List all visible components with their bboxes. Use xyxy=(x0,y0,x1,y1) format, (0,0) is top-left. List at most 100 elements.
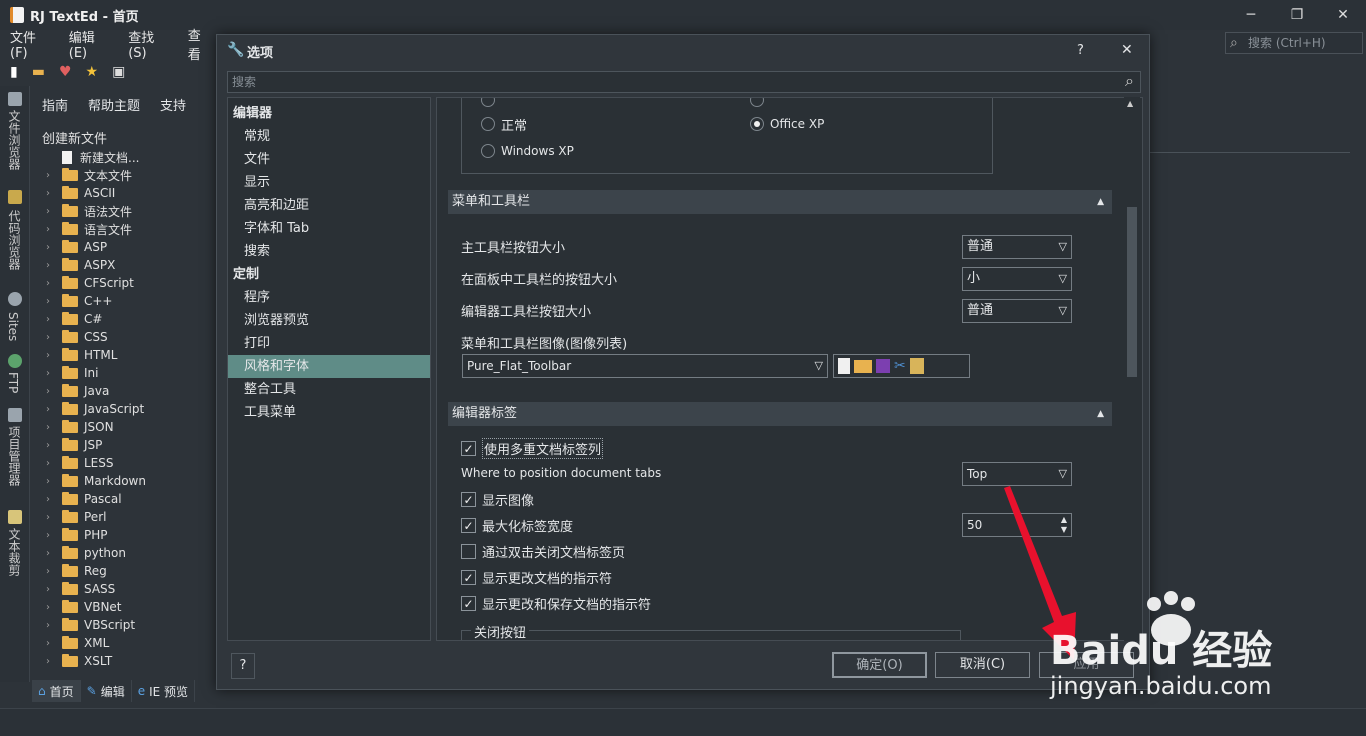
tree-folder[interactable]: › JSP xyxy=(36,436,218,454)
settings-scrollbar[interactable]: ▲ xyxy=(1124,97,1140,641)
tree-folder[interactable]: › XML xyxy=(36,634,218,652)
chevron-right-icon[interactable]: › xyxy=(36,512,62,523)
chevron-right-icon[interactable]: › xyxy=(36,458,62,469)
chevron-right-icon[interactable]: › xyxy=(36,332,62,343)
menu-file[interactable]: 文件(F) xyxy=(10,27,51,61)
scroll-thumb[interactable] xyxy=(1127,207,1137,377)
tab-file-browser[interactable]: 文件浏览器 xyxy=(6,110,23,170)
maximize-button[interactable]: ❐ xyxy=(1274,0,1320,30)
max-tab-width-checkbox[interactable]: ✓ 最大化标签宽度 xyxy=(461,516,573,535)
minimize-button[interactable]: ─ xyxy=(1228,0,1274,30)
chevron-right-icon[interactable]: › xyxy=(36,440,62,451)
category-item[interactable]: 常规 xyxy=(228,125,430,148)
tree-folder[interactable]: › Java xyxy=(36,382,218,400)
main-toolbar-size-select[interactable]: 普通 ▽ xyxy=(962,235,1072,259)
chevron-right-icon[interactable]: › xyxy=(36,260,62,271)
tree-folder[interactable]: › ASP xyxy=(36,238,218,256)
options-search-input[interactable]: 搜索 ⌕ xyxy=(227,71,1141,93)
tree-folder[interactable]: › LESS xyxy=(36,454,218,472)
section-menus-toolbars[interactable]: 菜单和工具栏 ▲ xyxy=(448,190,1112,214)
show-changed-saved-checkbox[interactable]: ✓ 显示更改和保存文档的指示符 xyxy=(461,594,651,613)
dblclick-close-checkbox[interactable]: 通过双击关闭文档标签页 xyxy=(461,542,625,561)
category-item[interactable]: 浏览器预览 xyxy=(228,309,430,332)
collapse-icon[interactable]: ▲ xyxy=(1097,190,1104,214)
tab-project-manager[interactable]: 项目管理器 xyxy=(6,426,23,486)
chevron-right-icon[interactable]: › xyxy=(36,656,62,667)
tab-edit[interactable]: ✎ 编辑 xyxy=(81,680,132,702)
help-topics[interactable]: 帮助主题 xyxy=(88,95,140,114)
category-item[interactable]: 文件 xyxy=(228,148,430,171)
tree-folder[interactable]: › Pascal xyxy=(36,490,218,508)
global-search-input[interactable]: ⌕ 搜索 (Ctrl+H) xyxy=(1225,32,1363,54)
tree-new-doc[interactable]: 新建文档... xyxy=(36,148,218,166)
chevron-right-icon[interactable]: › xyxy=(36,548,62,559)
chevron-right-icon[interactable]: › xyxy=(36,566,62,577)
chevron-right-icon[interactable]: › xyxy=(36,296,62,307)
dialog-close-button[interactable]: ✕ xyxy=(1121,42,1133,58)
chevron-right-icon[interactable]: › xyxy=(36,170,62,181)
tab-code-browser[interactable]: 代码浏览器 xyxy=(6,210,23,270)
collapse-icon[interactable]: ▲ xyxy=(1097,402,1104,426)
radio-office-xp[interactable]: Office XP xyxy=(750,116,824,132)
chevron-right-icon[interactable]: › xyxy=(36,602,62,613)
open-folder-icon[interactable]: ▬ xyxy=(32,64,45,80)
help-guide[interactable]: 指南 xyxy=(42,95,68,114)
tree-folder[interactable]: › VBScript xyxy=(36,616,218,634)
chevron-right-icon[interactable]: › xyxy=(36,368,62,379)
dialog-help-button[interactable]: ? xyxy=(1077,43,1084,58)
tree-folder[interactable]: › SASS xyxy=(36,580,218,598)
category-item[interactable]: 打印 xyxy=(228,332,430,355)
chevron-right-icon[interactable]: › xyxy=(36,476,62,487)
help-support[interactable]: 支持 xyxy=(160,95,186,114)
tab-ie-preview[interactable]: e IE 预览 xyxy=(132,680,196,702)
chevron-right-icon[interactable]: › xyxy=(36,404,62,415)
radio-windows-xp[interactable]: Windows XP xyxy=(481,143,574,159)
category-item[interactable]: 搜索 xyxy=(228,240,430,263)
radio-partial-top[interactable] xyxy=(481,98,501,108)
tree-folder[interactable]: › C# xyxy=(36,310,218,328)
category-item[interactable]: 风格和字体 xyxy=(228,355,430,378)
images-select[interactable]: Pure_Flat_Toolbar ▽ xyxy=(462,354,828,378)
editor-toolbar-size-select[interactable]: 普通 ▽ xyxy=(962,299,1072,323)
star-icon[interactable]: ★ xyxy=(86,64,99,80)
favorites-icon[interactable]: ♥ xyxy=(59,64,72,80)
chevron-right-icon[interactable]: › xyxy=(36,620,62,631)
category-item[interactable]: 整合工具 xyxy=(228,378,430,401)
chevron-right-icon[interactable]: › xyxy=(36,314,62,325)
panel-toolbar-size-select[interactable]: 小 ▽ xyxy=(962,267,1072,291)
radio-normal[interactable]: 正常 xyxy=(481,116,527,134)
tree-folder[interactable]: › ASPX xyxy=(36,256,218,274)
chevron-right-icon[interactable]: › xyxy=(36,386,62,397)
menu-edit[interactable]: 编辑(E) xyxy=(69,27,110,61)
tree-folder[interactable]: › PHP xyxy=(36,526,218,544)
use-multi-tabs-checkbox[interactable]: ✓ 使用多重文档标签列 xyxy=(461,438,604,459)
chevron-right-icon[interactable]: › xyxy=(36,350,62,361)
tab-position-select[interactable]: Top ▽ xyxy=(962,462,1072,486)
chevron-right-icon[interactable]: › xyxy=(36,584,62,595)
tree-folder[interactable]: › HTML xyxy=(36,346,218,364)
menu-find[interactable]: 查找(S) xyxy=(128,27,169,61)
scroll-up-arrow[interactable]: ▲ xyxy=(1127,99,1133,108)
show-changed-checkbox[interactable]: ✓ 显示更改文档的指示符 xyxy=(461,568,612,587)
tree-folder[interactable]: › C++ xyxy=(36,292,218,310)
dialog-bottom-help-button[interactable]: ? xyxy=(231,653,255,679)
category-item[interactable]: 字体和 Tab xyxy=(228,217,430,240)
tree-folder[interactable]: › 语言文件 xyxy=(36,220,218,238)
tree-folder[interactable]: › VBNet xyxy=(36,598,218,616)
tree-folder[interactable]: › Ini xyxy=(36,364,218,382)
close-button[interactable]: ✕ xyxy=(1320,0,1366,30)
tree-folder[interactable]: › python xyxy=(36,544,218,562)
tab-home[interactable]: ⌂ 首页 xyxy=(32,680,81,702)
category-item[interactable]: 程序 xyxy=(228,286,430,309)
chevron-right-icon[interactable]: › xyxy=(36,242,62,253)
tree-folder[interactable]: › 文本文件 xyxy=(36,166,218,184)
chevron-right-icon[interactable]: › xyxy=(36,530,62,541)
radio-partial-top-right[interactable] xyxy=(750,98,770,108)
section-editor-tabs[interactable]: 编辑器标签 ▲ xyxy=(448,402,1112,426)
category-item[interactable]: 工具菜单 xyxy=(228,401,430,424)
chevron-right-icon[interactable]: › xyxy=(36,188,62,199)
chevron-right-icon[interactable]: › xyxy=(36,638,62,649)
save-icon[interactable]: ▣ xyxy=(112,64,125,80)
tree-folder[interactable]: › CFScript xyxy=(36,274,218,292)
chevron-right-icon[interactable]: › xyxy=(36,206,62,217)
